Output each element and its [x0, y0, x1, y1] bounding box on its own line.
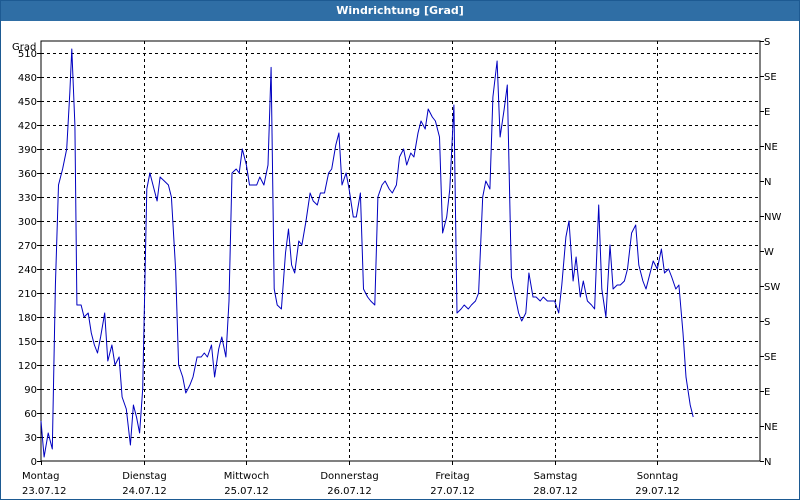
- y2-tick-label: N: [764, 457, 771, 468]
- y2-tick-label: SE: [764, 72, 777, 83]
- y-tick-label: 420: [18, 121, 37, 132]
- y-tick-label: 30: [24, 433, 37, 444]
- y-tick-label: 270: [18, 241, 37, 252]
- y-tick-label: 180: [18, 313, 37, 324]
- y2-tick-label: NW: [764, 212, 781, 223]
- x-tick-day: Mittwoch: [224, 471, 269, 482]
- y-tick-label: 120: [18, 361, 37, 372]
- x-tick-day: Donnerstag: [320, 471, 378, 482]
- x-tick-day: Dienstag: [122, 471, 167, 482]
- y-tick-label: 90: [24, 385, 37, 396]
- y-tick-label: 210: [18, 289, 37, 300]
- y2-tick-label: N: [764, 177, 771, 188]
- y2-tick-label: NE: [764, 142, 778, 153]
- y-tick-label: 390: [18, 145, 37, 156]
- y2-tick-label: W: [764, 247, 774, 258]
- wind-direction-series-line: [40, 48, 694, 458]
- x-tick-date: 29.07.12: [635, 486, 680, 497]
- y-tick-label: 240: [18, 265, 37, 276]
- y-tick-label: 150: [18, 337, 37, 348]
- x-tick-day: Freitag: [435, 471, 469, 482]
- y-tick-label: 330: [18, 193, 37, 204]
- y2-tick-label: E: [764, 387, 770, 398]
- wind-direction-chart: 0 30 60 90 120 150 180 210 240 270 300 330 360 390 420…: [12, 37, 781, 497]
- x-tick-date: 25.07.12: [224, 486, 269, 497]
- y-tick-label: 300: [18, 217, 37, 228]
- y-tick-label: 60: [24, 409, 37, 420]
- y-axis-label: Grad: [12, 42, 36, 53]
- y-tick-label: 360: [18, 169, 37, 180]
- x-tick-day: Montag: [22, 471, 59, 482]
- x-tick-date: 24.07.12: [122, 486, 167, 497]
- y2-tick-label: E: [764, 107, 770, 118]
- x-tick-date: 26.07.12: [327, 486, 372, 497]
- x-tick-date: 28.07.12: [533, 486, 578, 497]
- x-tick-date: 27.07.12: [430, 486, 475, 497]
- x-tick-date: 23.07.12: [22, 486, 67, 497]
- y2-tick-label: S: [764, 317, 770, 328]
- y-tick-label: 480: [18, 73, 37, 84]
- y2-tick-label: S: [764, 37, 770, 48]
- y2-tick-label: NE: [764, 422, 778, 433]
- y2-tick-label: SE: [764, 352, 777, 363]
- plot-frame: [40, 40, 761, 462]
- y2-tick-label: SW: [764, 282, 780, 293]
- y-tick-label: 450: [18, 97, 37, 108]
- x-tick-day: Sonntag: [637, 471, 679, 482]
- y-tick-label: 0: [31, 457, 37, 468]
- x-tick-day: Samstag: [534, 471, 578, 482]
